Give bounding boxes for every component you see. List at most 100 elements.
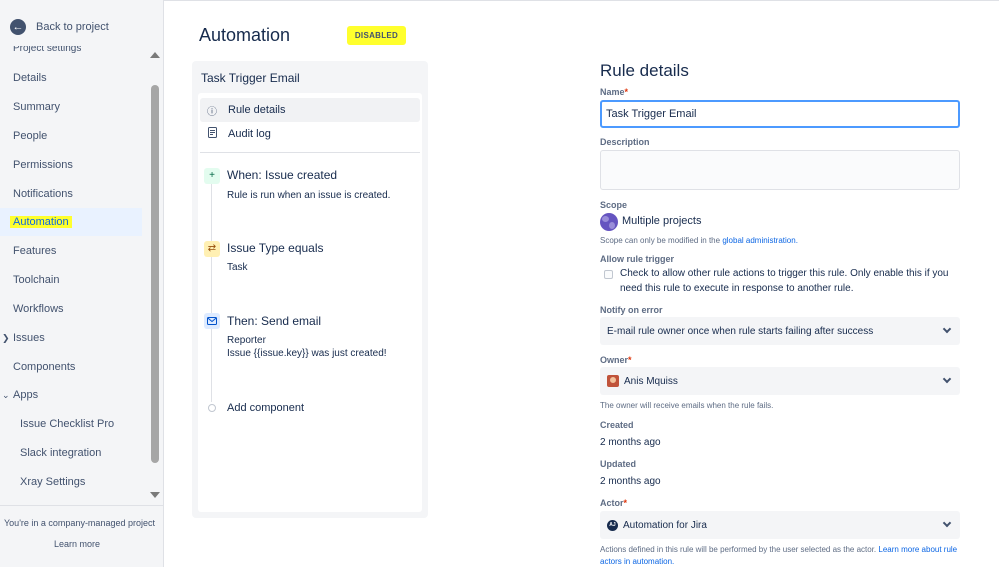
sidebar-item-notifications[interactable]: Notifications (0, 180, 142, 208)
owner-label: Owner* (600, 355, 632, 365)
sidebar-item-details[interactable]: Details (0, 64, 142, 92)
trigger-component-desc: Rule is run when an issue is created. (227, 190, 391, 201)
panel-divider (200, 152, 420, 153)
sidebar-item-toolchain[interactable]: Toolchain (0, 266, 142, 294)
sidebar-item-label: Issue Checklist Pro (20, 418, 115, 430)
info-icon: ⓘ (207, 106, 217, 118)
plus-icon: + (204, 168, 220, 184)
actor-select[interactable]: AJ Automation for Jira (600, 511, 960, 539)
learn-more-actor-link[interactable]: Learn more (878, 545, 919, 554)
scope-help-text: Scope can only be modified in the global… (600, 236, 798, 245)
action-component-desc: Reporter (227, 335, 266, 346)
audit-log-menu-item[interactable]: Audit log (200, 122, 420, 146)
chevron-down-icon: ⌄ (2, 389, 10, 400)
scrollbar-thumb[interactable] (151, 85, 159, 463)
page-title: Automation (199, 25, 291, 45)
mail-icon (204, 313, 220, 329)
sidebar-item-label: Apps (13, 389, 39, 401)
trigger-component-title[interactable]: When: Issue created (227, 168, 337, 182)
scroll-up-arrow-icon[interactable] (150, 52, 160, 58)
sidebar-item-label: Components (13, 361, 76, 373)
name-label: Name* (600, 87, 629, 97)
scope-value: Multiple projects (622, 215, 702, 227)
action-component-title[interactable]: Then: Send email (227, 314, 321, 328)
condition-component-desc: Task (227, 262, 248, 273)
allow-rule-trigger-checkbox[interactable] (604, 270, 613, 279)
scope-label: Scope (600, 200, 628, 210)
sidebar-item-people[interactable]: People (0, 122, 142, 150)
top-divider (164, 0, 999, 1)
rule-name-field[interactable] (600, 100, 960, 128)
condition-component-title[interactable]: Issue Type equals (227, 241, 324, 255)
sidebar-item-workflows[interactable]: Workflows (0, 295, 142, 323)
chevron-down-icon (942, 324, 952, 334)
sidebar-item-label: Details (13, 72, 47, 84)
rule-panel-body (198, 93, 422, 512)
actor-avatar: AJ (607, 519, 618, 531)
sidebar-item-label: Automation (10, 216, 72, 228)
owner-value: Anis Mquiss (624, 375, 678, 387)
updated-label: Updated (600, 459, 636, 469)
sidebar-item-features[interactable]: Features (0, 237, 142, 265)
status-badge: DISABLED (347, 26, 406, 45)
sidebar-item-label: Toolchain (13, 274, 60, 286)
scroll-down-arrow-icon[interactable] (150, 492, 160, 498)
allow-rule-trigger-label: Allow rule trigger (600, 254, 675, 264)
owner-help-text: The owner will receive emails when the r… (600, 401, 774, 410)
sidebar-item-permissions[interactable]: Permissions (0, 151, 142, 179)
globe-icon (600, 213, 618, 231)
learn-more-link[interactable]: Learn more (54, 539, 100, 549)
sidebar-item-label: Workflows (13, 303, 64, 315)
sidebar-item-summary[interactable]: Summary (0, 93, 142, 121)
description-label: Description (600, 137, 650, 147)
rule-name-heading: Task Trigger Email (201, 71, 300, 85)
rule-details-title: Rule details (600, 61, 689, 80)
add-component-dot (208, 404, 216, 412)
sidebar-item-label: Slack integration (20, 447, 102, 459)
sidebar-item-label: Notifications (13, 188, 73, 200)
chevron-right-icon: ❯ (2, 332, 10, 343)
sidebar-item-automation[interactable]: Automation (0, 208, 142, 236)
sidebar-divider (0, 505, 163, 506)
rule-details-menu-item[interactable]: ⓘ Rule details (200, 98, 420, 122)
sidebar-item-components[interactable]: Components (0, 353, 142, 381)
arrow-left-icon: ← (10, 19, 26, 35)
owner-avatar (607, 375, 619, 387)
created-label: Created (600, 420, 634, 430)
owner-select[interactable]: Anis Mquiss (600, 367, 960, 395)
shuffle-icon: ⇄ (204, 241, 220, 257)
company-managed-note: You're in a company-managed project (4, 518, 155, 528)
add-component-link[interactable]: Add component (227, 402, 304, 414)
description-field[interactable] (600, 150, 960, 190)
notify-on-error-label: Notify on error (600, 305, 663, 315)
sidebar-item-label: Features (13, 245, 57, 257)
notify-on-error-select[interactable]: E-mail rule owner once when rule starts … (600, 317, 960, 345)
chevron-down-icon (942, 518, 952, 528)
menu-item-label: Audit log (228, 128, 271, 140)
sidebar-item-label: Xray Settings (20, 476, 86, 488)
actor-value: Automation for Jira (623, 519, 707, 531)
allow-rule-trigger-text: Check to allow other rule actions to tri… (620, 268, 949, 294)
sidebar-item-issue-checklist-pro[interactable]: Issue Checklist Pro (0, 410, 142, 438)
action-component-desc-2: Issue {{issue.key}} was just created! (227, 348, 387, 359)
chevron-down-icon (942, 374, 952, 384)
sidebar-item-issues[interactable]: ❯ Issues (0, 324, 142, 352)
back-to-project-label: Back to project (36, 21, 109, 33)
menu-item-label: Rule details (228, 104, 286, 116)
actor-help-text: Actions defined in this rule will be per… (600, 545, 958, 566)
sidebar-item-label: Summary (13, 101, 61, 113)
back-to-project-link[interactable]: ← Back to project (10, 19, 109, 35)
sidebar-item-xray-settings[interactable]: Xray Settings (0, 468, 142, 496)
sidebar: ← Back to project Project settings Detai… (0, 0, 164, 567)
component-connector-line (211, 184, 212, 402)
sidebar-item-apps[interactable]: ⌄ Apps (0, 381, 142, 409)
document-icon (206, 127, 218, 141)
sidebar-item-label: Issues (13, 332, 45, 344)
sidebar-item-label: Permissions (13, 159, 73, 171)
project-settings-heading: Project settings (13, 43, 82, 54)
global-administration-link[interactable]: global administration. (722, 236, 798, 245)
sidebar-item-slack-integration[interactable]: Slack integration (0, 439, 142, 467)
notify-on-error-value: E-mail rule owner once when rule starts … (607, 325, 874, 337)
sidebar-scrollbar[interactable] (150, 52, 160, 498)
actor-label: Actor* (600, 498, 628, 508)
